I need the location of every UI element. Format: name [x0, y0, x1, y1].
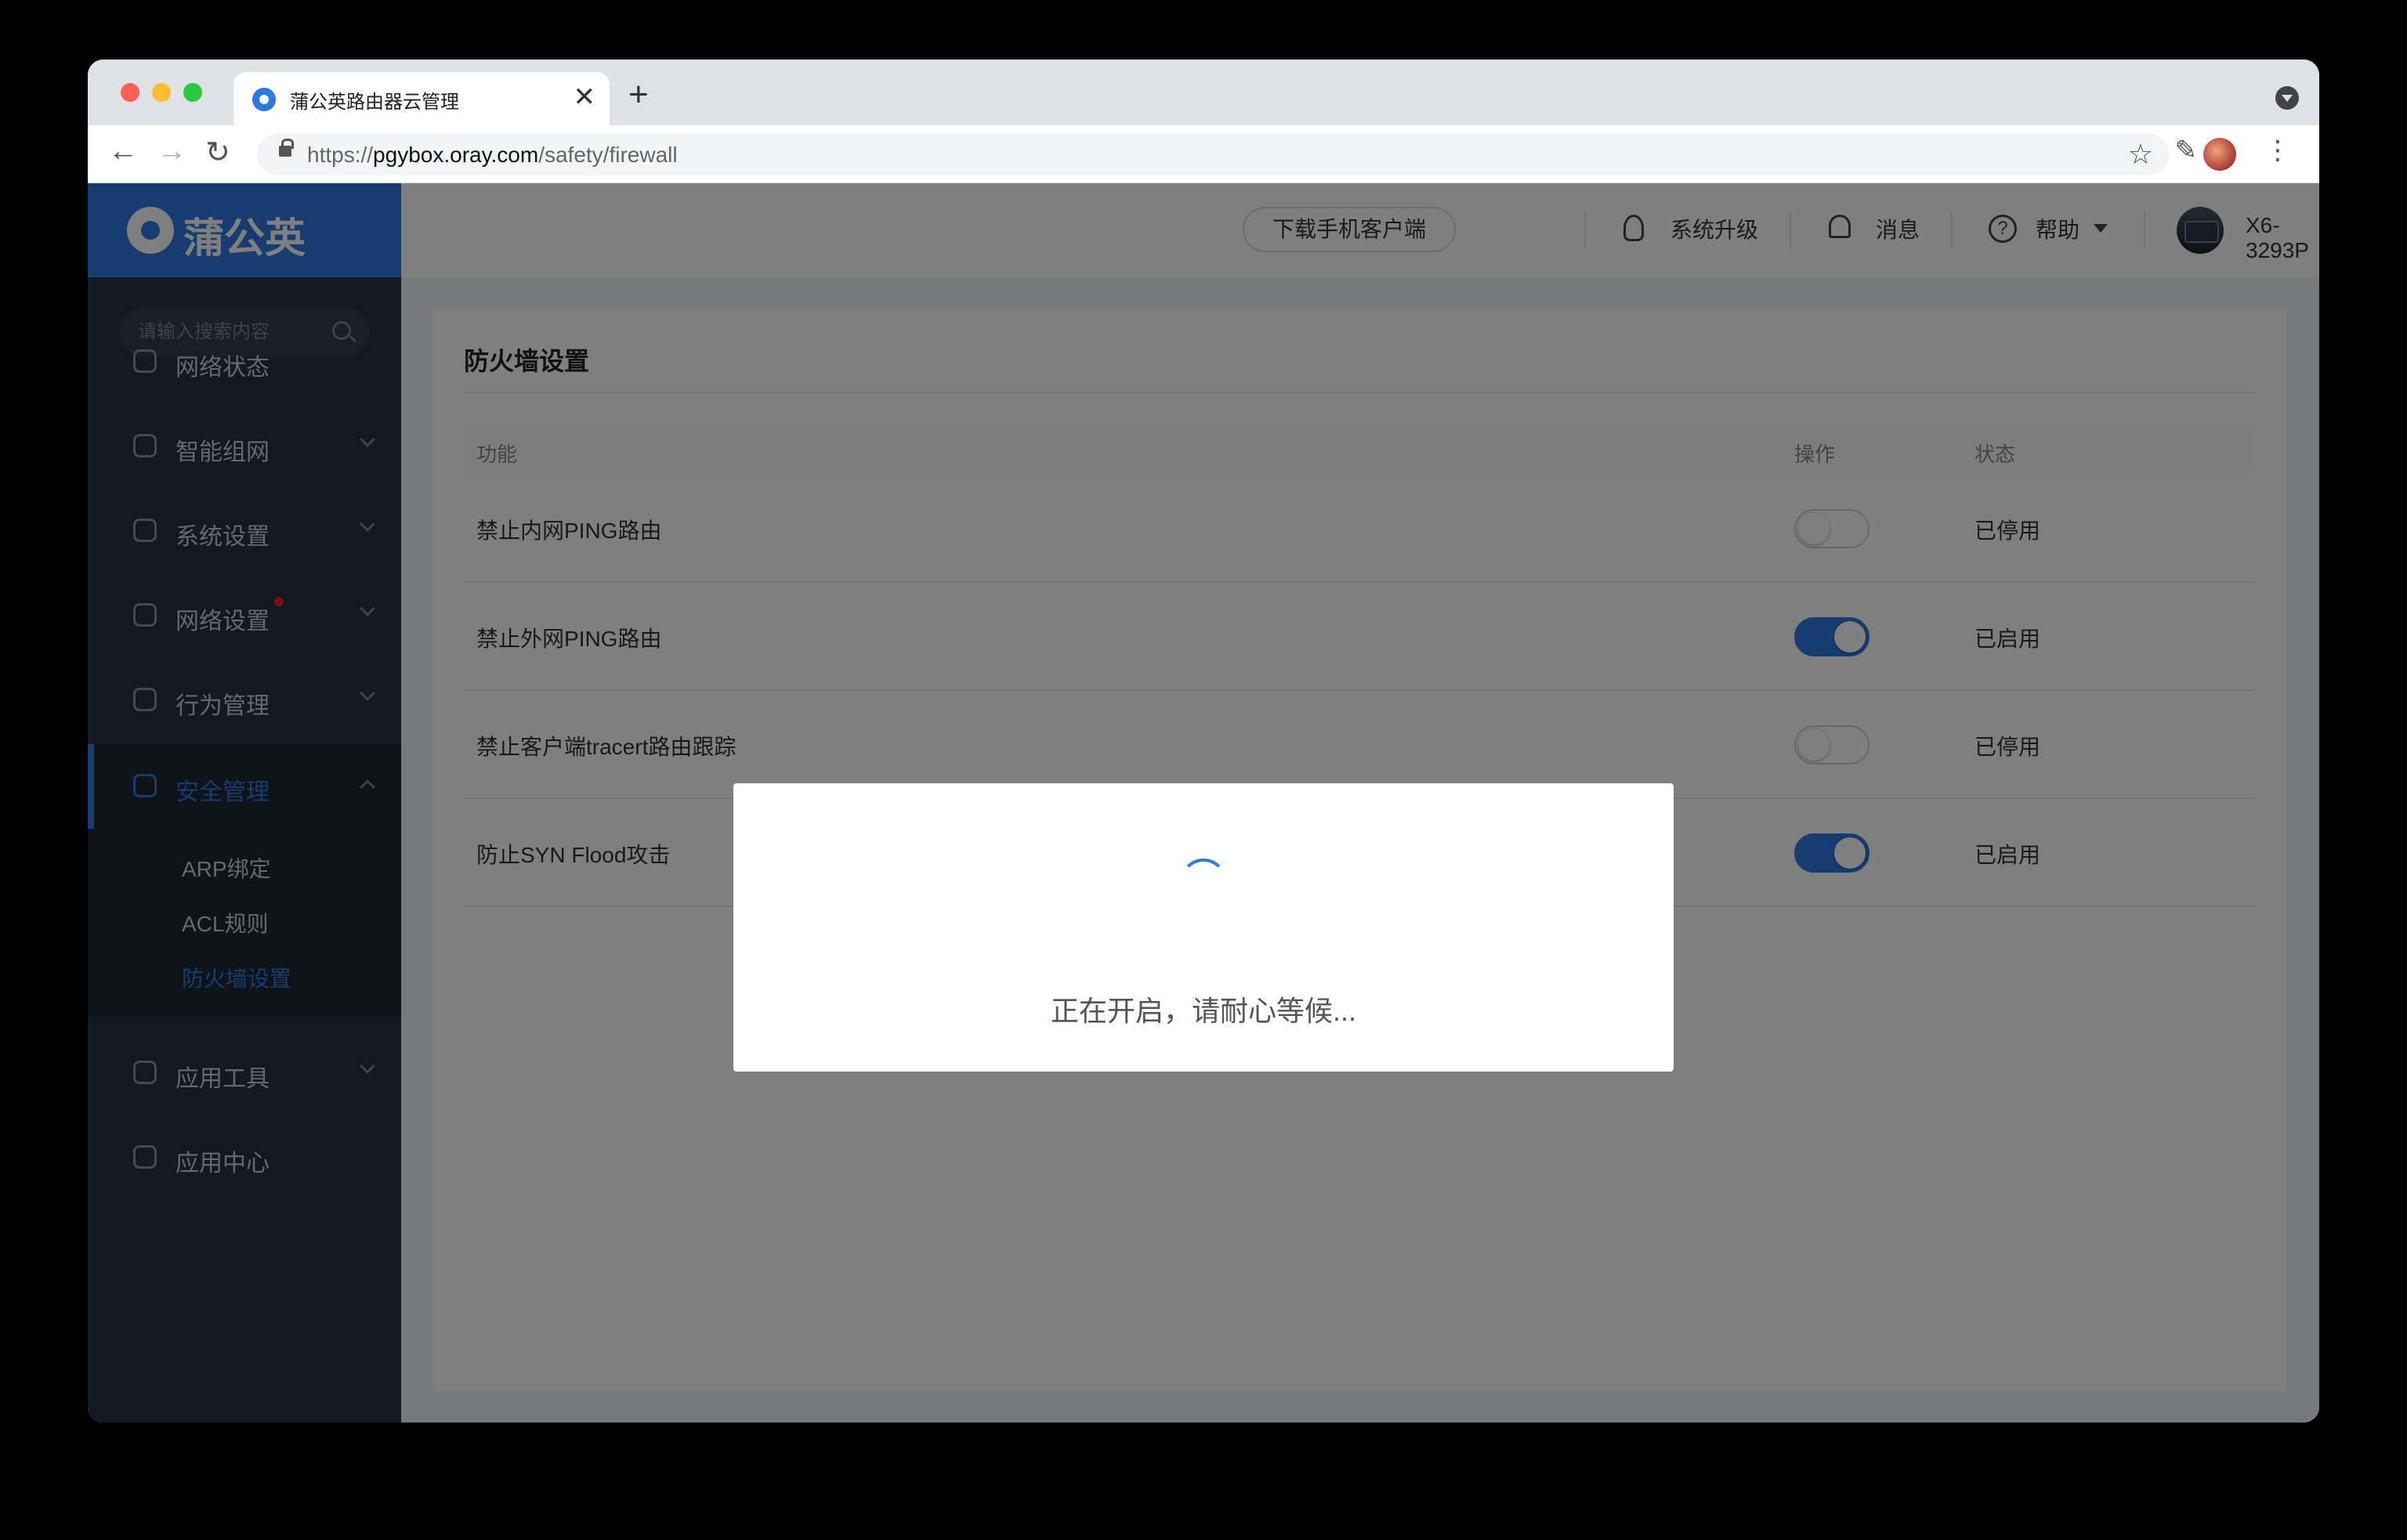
- browser-window: 蒲公英路由器云管理 ✕ + ← → ↻ https://pgybox.oray.…: [88, 60, 2319, 1423]
- loading-modal: 正在开启，请耐心等候...: [733, 783, 1674, 1072]
- favicon-icon: [252, 88, 276, 111]
- tab-search-button[interactable]: [2275, 86, 2299, 110]
- back-icon[interactable]: ←: [108, 135, 138, 168]
- profile-avatar[interactable]: [2203, 138, 2236, 171]
- browser-toolbar: ← → ↻ https://pgybox.oray.com/safety/fir…: [88, 125, 2319, 183]
- loading-spinner-icon: [1180, 859, 1227, 906]
- minimize-window-button[interactable]: [152, 83, 171, 102]
- forward-icon[interactable]: →: [157, 135, 186, 168]
- browser-tab[interactable]: 蒲公英路由器云管理 ✕: [233, 72, 610, 125]
- loading-message: 正在开启，请耐心等候...: [1050, 995, 1356, 1027]
- tab-title: 蒲公英路由器云管理: [290, 92, 459, 113]
- bookmark-star-icon[interactable]: ☆: [2128, 138, 2153, 171]
- extensions-icon[interactable]: ✎: [2175, 135, 2198, 166]
- url-text[interactable]: https://pgybox.oray.com/safety/firewall: [307, 143, 678, 168]
- url-host: pgybox.oray.com: [373, 143, 539, 167]
- reload-icon[interactable]: ↻: [205, 135, 230, 170]
- url-path: /safety/firewall: [538, 143, 678, 167]
- address-bar[interactable]: https://pgybox.oray.com/safety/firewall …: [257, 133, 2169, 175]
- new-tab-button[interactable]: +: [628, 75, 649, 114]
- close-window-button[interactable]: [121, 83, 139, 102]
- lock-icon: [279, 139, 294, 157]
- zoom-window-button[interactable]: [183, 83, 202, 102]
- browser-menu-icon[interactable]: ⋮: [2264, 135, 2291, 166]
- tab-strip: 蒲公英路由器云管理 ✕ +: [88, 60, 2319, 125]
- tab-close-icon[interactable]: ✕: [574, 81, 596, 113]
- url-scheme: https://: [307, 143, 374, 167]
- app-root: 蒲公英 网络状态 智能组网 系统设置 网络设置: [88, 183, 2319, 1423]
